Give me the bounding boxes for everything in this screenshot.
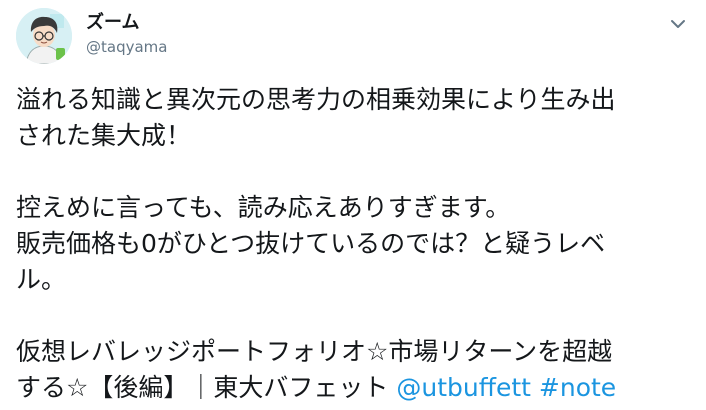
user-handle[interactable]: @taqyama: [86, 36, 167, 58]
tweet-line: ル。: [16, 265, 67, 294]
avatar-illustration: [16, 8, 72, 64]
tweet-line: 販売価格も0がひとつ抜けているのでは？と疑うレベ: [16, 229, 606, 258]
tweet-card: ズーム @taqyama 溢れる知識と異次元の思考力の相乗効果により生み出 され…: [0, 0, 706, 410]
tweet-line: 溢れる知識と異次元の思考力の相乗効果により生み出: [16, 85, 616, 114]
line-break: [16, 298, 696, 334]
tweet-line: する☆【後編】｜東大バフェット: [16, 373, 389, 402]
tweet-line: された集大成！: [16, 121, 192, 150]
tweet-text: 溢れる知識と異次元の思考力の相乗効果により生み出 された集大成！ 控えめに言って…: [16, 82, 696, 406]
tweet-line: 控えめに言っても、読み応えありすぎます。: [16, 193, 511, 222]
tweet-line-with-links: する☆【後編】｜東大バフェット @utbuffett #note: [16, 370, 696, 406]
chevron-down-icon[interactable]: [666, 12, 690, 36]
line-break: [16, 154, 696, 190]
mention-link[interactable]: @utbuffett: [396, 373, 531, 402]
display-name[interactable]: ズーム: [86, 12, 167, 34]
tweet-header: ズーム @taqyama: [16, 8, 690, 64]
hashtag-link[interactable]: #note: [539, 373, 616, 402]
avatar[interactable]: [16, 8, 72, 64]
user-names: ズーム @taqyama: [86, 12, 167, 58]
tweet-line: 仮想レバレッジポートフォリオ☆市場リターンを超越: [16, 337, 613, 366]
